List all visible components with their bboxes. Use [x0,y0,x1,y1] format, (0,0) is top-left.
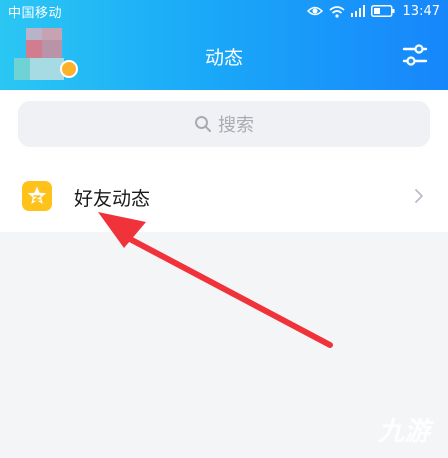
watermark-text: 九游 [377,417,430,447]
status-icons: 13:47 [306,2,440,20]
list-item-friend-feed[interactable]: 好友动态 [0,160,448,232]
star-icon [22,181,52,211]
status-time: 13:47 [402,3,440,19]
search-icon [195,116,211,132]
search-placeholder: 搜索 [218,115,254,136]
watermark-logo: 九游 [320,412,440,454]
carrier-label: 中国移动 [8,6,63,21]
top-header: 中国移动 13:47 动态 [0,0,448,90]
battery-icon [370,5,395,17]
list-item-label: 好友动态 [74,188,151,210]
signal-icon [350,5,365,17]
chevron-right-icon [415,189,423,203]
wifi-icon [329,5,345,18]
search-area: 搜索 [0,90,448,160]
page-title: 动态 [204,47,243,69]
status-bar: 中国移动 13:47 [0,0,448,22]
search-input[interactable]: 搜索 [18,101,430,147]
eye-icon [306,6,323,16]
settings-sliders-icon[interactable] [402,42,428,68]
